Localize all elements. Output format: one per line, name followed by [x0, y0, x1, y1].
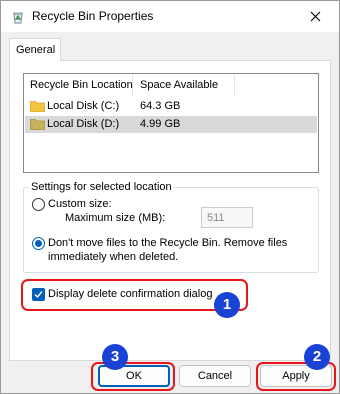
column-divider[interactable]	[234, 74, 235, 96]
annotation-badge-3: 3	[102, 344, 128, 370]
list-item-drive-d[interactable]: Local Disk (D:) 4.99 GB	[25, 116, 317, 133]
recycle-bin-location-list[interactable]: Recycle Bin Location Space Available Loc…	[23, 73, 319, 173]
close-icon	[310, 11, 321, 22]
dont-move-label-line2[interactable]: immediately when deleted.	[48, 251, 178, 263]
folder-icon	[30, 119, 45, 130]
settings-legend: Settings for selected location	[29, 181, 174, 193]
custom-size-label[interactable]: Custom size:	[48, 198, 112, 210]
tab-general[interactable]: General	[9, 38, 61, 61]
column-header-location[interactable]: Recycle Bin Location	[30, 79, 133, 91]
properties-dialog: Recycle Bin Properties General Recycle B…	[0, 0, 340, 394]
drive-location: Local Disk (C:)	[47, 100, 120, 112]
list-item-drive-c[interactable]: Local Disk (C:) 64.3 GB	[25, 98, 317, 115]
confirm-dialog-checkbox[interactable]	[32, 288, 45, 301]
max-size-label: Maximum size (MB):	[65, 212, 166, 224]
column-header-space[interactable]: Space Available	[140, 79, 218, 91]
cancel-button[interactable]: Cancel	[179, 365, 251, 387]
checkmark-icon	[34, 291, 43, 299]
close-button[interactable]	[293, 1, 339, 32]
folder-icon	[30, 101, 45, 112]
recycle-bin-icon	[11, 10, 25, 24]
drive-location: Local Disk (D:)	[47, 118, 120, 130]
custom-size-radio[interactable]	[32, 198, 45, 211]
column-divider[interactable]	[132, 74, 133, 96]
drive-space: 4.99 GB	[140, 118, 181, 130]
dont-move-radio[interactable]	[32, 237, 45, 250]
annotation-badge-2: 2	[304, 344, 330, 370]
confirm-dialog-label[interactable]: Display delete confirmation dialog	[48, 288, 212, 300]
drive-space: 64.3 GB	[140, 100, 181, 112]
max-size-input[interactable]	[201, 207, 253, 228]
dont-move-label[interactable]: Don't move files to the Recycle Bin. Rem…	[48, 237, 287, 249]
title-bar: Recycle Bin Properties	[1, 1, 339, 32]
annotation-badge-1: 1	[214, 292, 240, 318]
list-header: Recycle Bin Location Space Available	[24, 74, 318, 96]
window-title: Recycle Bin Properties	[32, 9, 154, 23]
